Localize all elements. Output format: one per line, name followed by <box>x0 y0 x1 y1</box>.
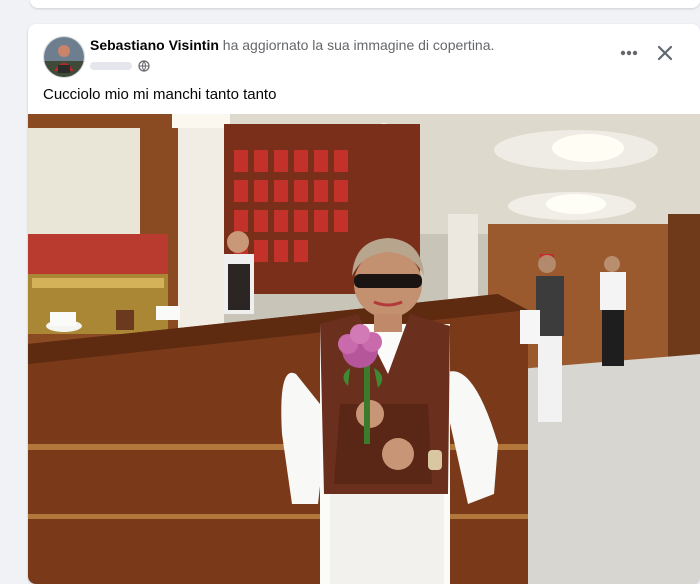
post-meta <box>90 58 150 74</box>
cover-photo[interactable] <box>28 114 700 584</box>
author-avatar[interactable] <box>43 36 85 78</box>
post-caption: Cucciolo mio mi manchi tanto tanto <box>43 86 277 103</box>
post-action-text: ha aggiornato la sua immagine di coperti… <box>222 37 495 53</box>
post-timestamp[interactable] <box>90 62 132 70</box>
close-post-button[interactable] <box>650 38 680 68</box>
post-card: Sebastiano Visintin ha aggiornato la sua… <box>28 24 700 584</box>
more-options-button[interactable] <box>614 38 644 68</box>
more-horizontal-icon <box>620 50 638 56</box>
post-header: Sebastiano Visintin ha aggiornato la sua… <box>90 37 494 53</box>
close-icon <box>657 45 673 61</box>
previous-post-card <box>30 0 700 8</box>
globe-icon[interactable] <box>138 60 150 72</box>
author-name[interactable]: Sebastiano Visintin <box>90 37 219 53</box>
